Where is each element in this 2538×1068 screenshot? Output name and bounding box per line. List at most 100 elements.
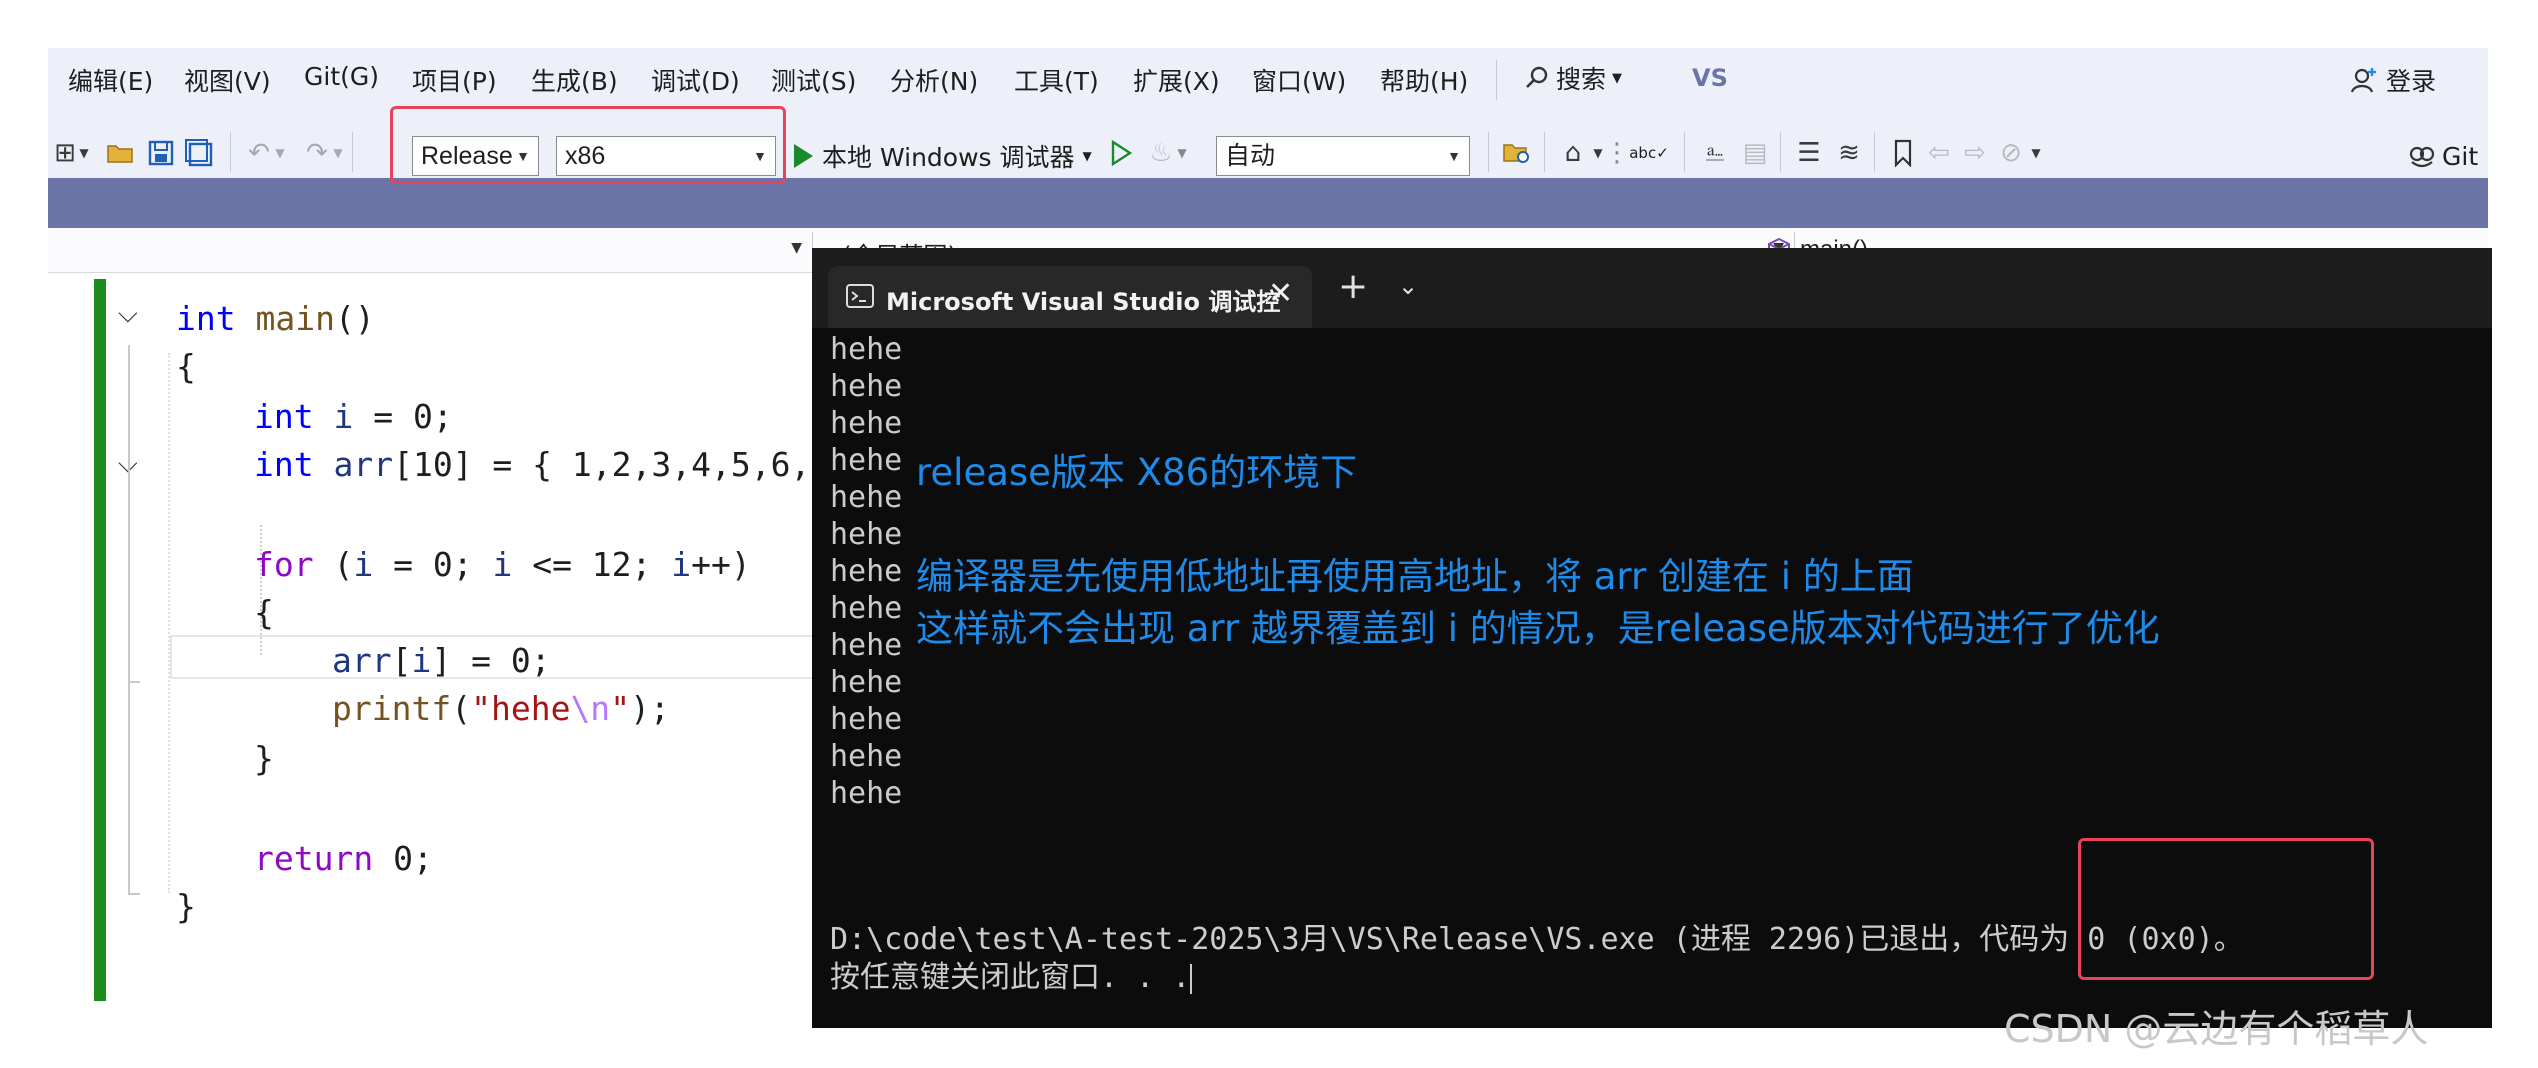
code-line: } bbox=[254, 739, 274, 778]
start-debug-label: 本地 Windows 调试器 bbox=[822, 143, 1075, 172]
chevron-down-icon[interactable]: ▼ bbox=[2026, 136, 2046, 170]
close-icon[interactable]: ✕ bbox=[1268, 276, 1293, 311]
toolbar-separator bbox=[1874, 132, 1875, 172]
new-tab-icon[interactable]: + bbox=[1338, 266, 1368, 307]
search-button[interactable]: 搜索 ▼ bbox=[1524, 60, 1622, 96]
project-dropdown[interactable]: ▼ bbox=[48, 232, 813, 268]
menu-view[interactable]: 视图(V) bbox=[184, 62, 271, 98]
annotation-text: 这样就不会出现 arr 越界覆盖到 i 的情况，是release版本对代码进行了… bbox=[916, 607, 2160, 650]
bookmark-icon[interactable] bbox=[1886, 136, 1920, 170]
console-output-line: hehe bbox=[830, 406, 903, 441]
vs-badge: VS bbox=[1692, 64, 1728, 92]
layout-icon[interactable]: ⌂ bbox=[1556, 136, 1590, 170]
bookmark-prev-icon[interactable]: ⇦ bbox=[1922, 136, 1956, 170]
code-line: printf("hehe\n"); bbox=[332, 689, 670, 728]
login-label: 登录 bbox=[2386, 67, 2437, 96]
highlight-box-config bbox=[390, 106, 786, 184]
toolbar-separator bbox=[230, 132, 231, 172]
console-output-line: hehe bbox=[830, 739, 903, 774]
code-line: return 0; bbox=[254, 839, 433, 878]
text-cursor bbox=[1190, 963, 1193, 994]
open-folder-icon[interactable] bbox=[104, 136, 138, 170]
menu-test[interactable]: 测试(S) bbox=[771, 62, 856, 98]
annotation-text: release版本 X86的环境下 bbox=[916, 451, 1358, 494]
console-output-line: hehe bbox=[830, 332, 903, 367]
chevron-down-icon: ▼ bbox=[1447, 148, 1461, 164]
chevron-down-icon[interactable]: ▼ bbox=[270, 136, 290, 170]
menu-analyze[interactable]: 分析(N) bbox=[890, 62, 978, 98]
menu-tools[interactable]: 工具(T) bbox=[1014, 62, 1099, 98]
document-tab-well bbox=[48, 178, 2488, 228]
bookmark-clear-icon[interactable]: ⊘ bbox=[1994, 136, 2028, 170]
github-copilot-button[interactable]: Git bbox=[2408, 136, 2478, 176]
uncomment-icon[interactable]: ≋ bbox=[1832, 136, 1866, 170]
comment-icon[interactable]: ☰ bbox=[1792, 136, 1826, 170]
code-line: int main() bbox=[176, 299, 375, 338]
indent-guide bbox=[168, 353, 170, 893]
start-debug-button[interactable]: 本地 Windows 调试器 ▼ bbox=[792, 136, 1092, 176]
chevron-down-icon[interactable]: ▼ bbox=[328, 136, 348, 170]
menu-window[interactable]: 窗口(W) bbox=[1252, 62, 1346, 98]
folder-search-icon[interactable] bbox=[1500, 136, 1534, 170]
console-press-key-line: 按任意键关闭此窗口. . . bbox=[830, 960, 1193, 995]
annotation-text: 编译器是先使用低地址再使用高地址，将 arr 创建在 i 的上面 bbox=[916, 555, 1914, 598]
play-icon bbox=[794, 144, 813, 168]
terminal-icon bbox=[846, 284, 874, 308]
console-output-line: hehe bbox=[830, 702, 903, 737]
search-icon bbox=[1526, 66, 1548, 88]
change-tracking-bar bbox=[94, 279, 106, 1001]
fold-collapse-icon[interactable]: ⌵ bbox=[118, 299, 138, 330]
format-icon[interactable]: ▤ bbox=[1738, 136, 1772, 170]
login-button[interactable]: 登录 bbox=[2350, 62, 2436, 98]
terminal-tab-bar: Microsoft Visual Studio 调试控 ✕ + ⌄ bbox=[812, 248, 2492, 328]
copilot-icon bbox=[2409, 146, 2435, 168]
fold-guide bbox=[128, 893, 140, 895]
save-all-icon[interactable] bbox=[182, 136, 216, 170]
user-add-icon bbox=[2350, 68, 2376, 93]
chevron-down-icon[interactable]: ⌄ bbox=[1398, 272, 1418, 300]
console-output-line: hehe bbox=[830, 443, 903, 478]
terminal-tab[interactable]: Microsoft Visual Studio 调试控 ✕ bbox=[828, 266, 1312, 328]
grip-icon: ⋮ bbox=[1604, 138, 1630, 168]
chevron-down-icon: ▼ bbox=[1082, 149, 1092, 163]
code-line: { bbox=[176, 347, 196, 386]
toolbar-separator bbox=[1780, 132, 1781, 172]
toolbar-separator bbox=[1488, 132, 1489, 172]
terminal-tab-title: Microsoft Visual Studio 调试控 bbox=[886, 288, 1281, 316]
start-without-debug-icon[interactable] bbox=[1104, 136, 1138, 170]
menu-separator bbox=[1496, 60, 1497, 100]
chevron-down-icon[interactable]: ▼ bbox=[74, 136, 94, 170]
menu-edit[interactable]: 编辑(E) bbox=[68, 62, 153, 98]
code-line: } bbox=[176, 887, 196, 926]
chevron-down-icon: ▼ bbox=[1612, 70, 1623, 86]
code-line: int i = 0; bbox=[254, 397, 453, 436]
menu-git[interactable]: Git(G) bbox=[304, 62, 379, 91]
console-output-line: hehe bbox=[830, 665, 903, 700]
debug-console-window: Microsoft Visual Studio 调试控 ✕ + ⌄ hehe h… bbox=[812, 248, 2492, 1028]
auto-dropdown[interactable]: 自动 ▼ bbox=[1216, 136, 1470, 176]
spell-check-icon[interactable]: abc✓ bbox=[1629, 136, 1669, 170]
fold-guide bbox=[128, 563, 130, 681]
menu-extensions[interactable]: 扩展(X) bbox=[1133, 62, 1220, 98]
console-output-line: hehe bbox=[830, 776, 903, 811]
code-line: arr[i] = 0; bbox=[332, 641, 551, 680]
code-line: int arr[10] = { 1,2,3,4,5,6, bbox=[254, 445, 811, 484]
insert-line-icon[interactable]: ⎁ bbox=[1698, 136, 1732, 170]
chevron-down-icon[interactable]: ▼ bbox=[1172, 136, 1192, 170]
fold-guide bbox=[128, 681, 140, 683]
code-line: for (i = 0; i <= 12; i++) bbox=[254, 545, 751, 584]
github-label: Git bbox=[2442, 141, 2479, 171]
menu-bar: 编辑(E) 视图(V) Git(G) 项目(P) 生成(B) 调试(D) 测试(… bbox=[48, 48, 2488, 114]
chevron-down-icon: ▼ bbox=[791, 240, 802, 256]
save-icon[interactable] bbox=[144, 136, 178, 170]
toolbar-separator bbox=[1544, 132, 1545, 172]
console-output-line: hehe bbox=[830, 480, 903, 515]
bookmark-next-icon[interactable]: ⇨ bbox=[1958, 136, 1992, 170]
menu-build[interactable]: 生成(B) bbox=[531, 62, 618, 98]
menu-debug[interactable]: 调试(D) bbox=[651, 62, 740, 98]
console-output-line: hehe bbox=[830, 554, 903, 589]
menu-help[interactable]: 帮助(H) bbox=[1380, 62, 1468, 98]
menu-project[interactable]: 项目(P) bbox=[412, 62, 497, 98]
highlight-box-exit-code bbox=[2078, 838, 2374, 980]
console-output-line: hehe bbox=[830, 591, 903, 626]
